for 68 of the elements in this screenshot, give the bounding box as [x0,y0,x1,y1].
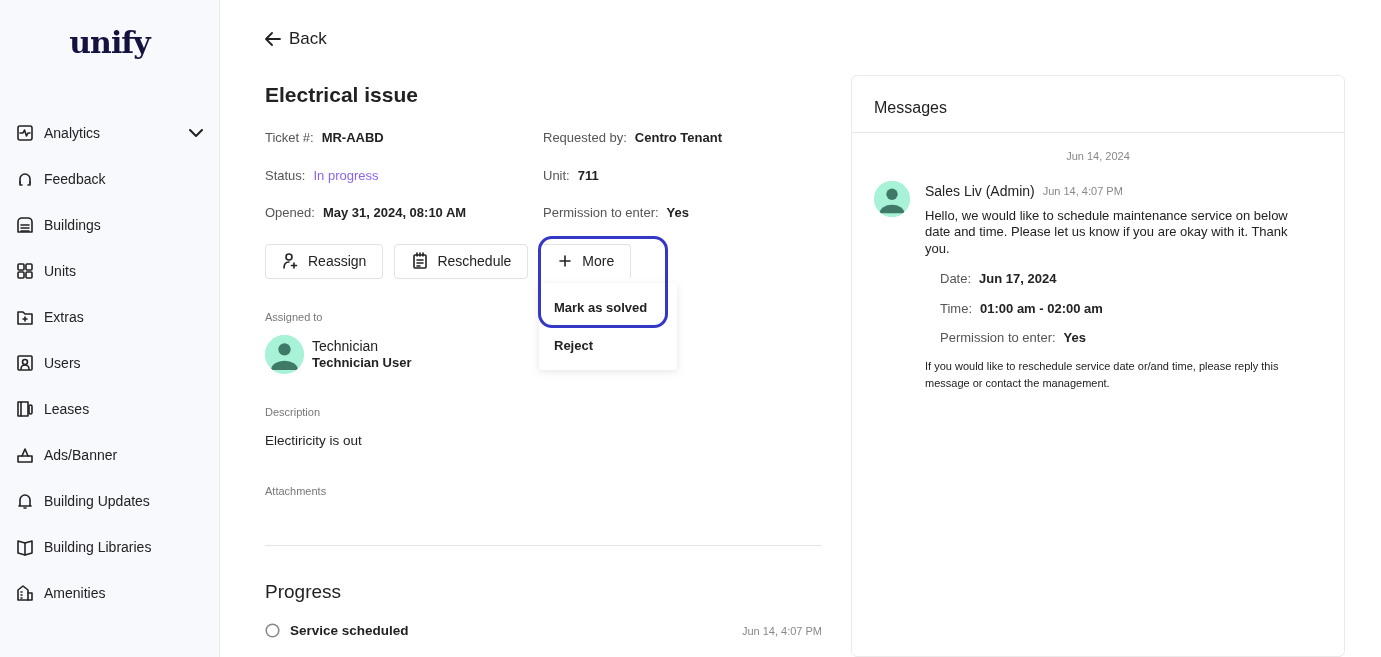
menu-item[interactable]: Mark as solved [539,289,677,327]
building-icon [16,216,34,234]
field-value: May 31, 2024, 08:10 AM [322,204,467,222]
avatar [265,335,304,374]
field-label: Requested by: [543,129,627,147]
field-value: 711 [577,166,599,185]
assignee-name: Technician User [312,355,412,373]
calendar-icon [411,252,430,270]
field-label: Opened: [265,204,315,222]
sender-name: Sales Liv (Admin) [925,181,1035,201]
timestamp: Jun 14, 4:07 PM [741,623,822,639]
note-text: If you would like to reschedule service date or/and time, please reply this message or contact the management. [925,358,1280,392]
back-link[interactable]: Back [265,26,327,52]
sidebar-item[interactable]: Ads/Banner [0,443,219,467]
folder-plus-icon [16,308,34,326]
field-label: Unit: [543,166,570,185]
document-icon [16,400,34,418]
sidebar-item[interactable]: Units [0,259,219,283]
sidebar-item[interactable]: Building Libraries [0,535,219,559]
house-icon [16,584,34,602]
menu-item[interactable]: Reject [539,326,677,364]
message-text: Hello, we would like to schedule maintenance service on below date and time. Please let us know if you are okay with it. Thank you. [925,207,1289,257]
sidebar-item[interactable]: Users [0,351,219,375]
field-value: 01:00 am - 02:00 am [980,299,1103,318]
analytics-icon [16,124,34,142]
reschedule-button[interactable]: Reschedule [394,243,529,279]
assignee-role: Technician [312,336,380,356]
field-label: Time: [940,299,973,318]
field-label: Ticket #: [265,129,314,147]
section-label: Attachments [265,483,327,499]
sidebar-item[interactable]: Buildings [0,213,219,237]
field-value: Yes [1063,329,1087,347]
status-text: In progress [313,166,379,185]
field-label: Status: [265,166,306,185]
progress-step: Service scheduled [290,620,409,641]
field-label: Permission to enter: [940,329,1056,347]
timestamp: Jun 14, 4:07 PM [1042,183,1123,199]
section-label: Assigned to [265,309,323,325]
sidebar-item[interactable]: Analytics [0,121,219,145]
logo: unify [68,24,152,62]
user-card-icon [16,354,34,372]
grid-icon [16,262,34,280]
field-label: Permission to enter: [543,204,659,222]
back-arrow-icon [265,31,281,46]
bell-icon [16,492,34,510]
section-title: Progress [265,580,343,605]
field-value: MR-AABD [321,129,384,147]
sidebar-item[interactable]: Leases [0,397,219,421]
page-title: Electrical issue [265,81,419,108]
reassign-button[interactable]: Reassign [265,243,384,279]
field-label: Date: [940,270,972,288]
field-value: Jun 17, 2024 [979,270,1057,288]
field-value: Centro Tenant [634,129,722,147]
sidebar-item[interactable]: Amenities [0,581,219,605]
sidebar-item[interactable]: Feedback [0,167,219,191]
more-button[interactable]: More [539,243,632,279]
sidebar-item[interactable]: Building Updates [0,489,219,513]
user-plus-icon [282,252,300,270]
field-value: Yes [666,204,690,222]
headset-icon [16,170,34,188]
basket-icon [16,446,34,464]
book-icon [16,538,34,556]
panel-title: Messages [852,76,1344,133]
section-label: Description [265,405,321,420]
sidebar-item[interactable]: Extras [0,305,219,329]
description-text: Electiricity is out [265,431,363,450]
date-divider: Jun 14, 2024 [1065,149,1131,164]
avatar [874,180,910,217]
